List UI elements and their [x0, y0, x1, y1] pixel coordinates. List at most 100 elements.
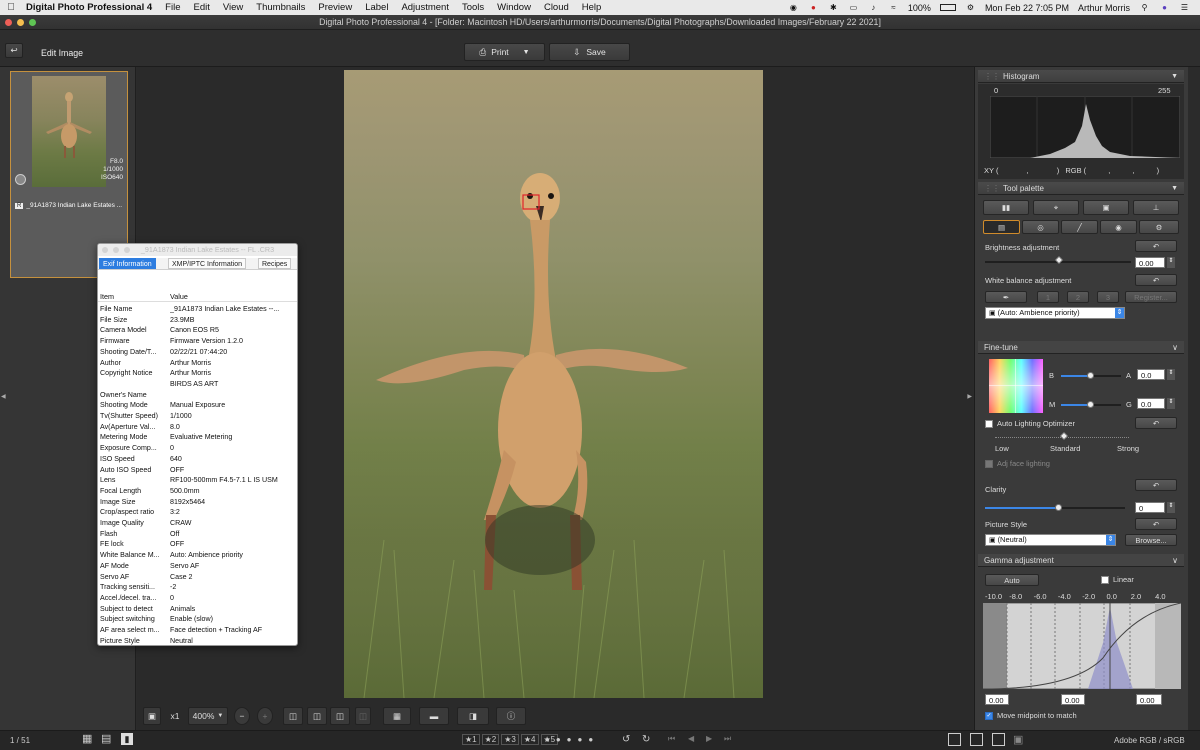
red-status-icon[interactable]: ● [808, 3, 819, 12]
menu-file[interactable]: File [159, 2, 187, 13]
info-row[interactable]: Metering Mode Evaluative Metering [98, 433, 297, 444]
display-mode-button[interactable]: ◨ [457, 707, 489, 725]
highlight-warning-button[interactable]: ▬ [419, 707, 449, 725]
info-row[interactable]: White Balance M... Auto: Ambience priorit… [98, 551, 297, 562]
menu-window[interactable]: Window [491, 2, 538, 13]
gamma-mid-value[interactable]: 0.00 [1061, 694, 1085, 705]
info-row[interactable]: ISO Speed 640 [98, 455, 297, 466]
wifi-icon[interactable]: ≈ [888, 3, 899, 12]
menu-adjustment[interactable]: Adjustment [395, 2, 456, 13]
rating-2[interactable]: ★2 [481, 734, 500, 745]
gamma-header[interactable]: Gamma adjustment ∨ [978, 554, 1184, 567]
info-row[interactable]: Crop/aspect ratio 3:2 [98, 508, 297, 519]
info-row[interactable]: Auto ISO Speed OFF [98, 466, 297, 477]
brightness-value[interactable]: 0.00 [1135, 257, 1165, 268]
info-row[interactable]: Flash Off [98, 530, 297, 541]
zoom-select[interactable]: 400% ▼ [188, 707, 228, 725]
grid-button[interactable]: ▦ [383, 707, 411, 725]
menu-preview[interactable]: Preview [312, 2, 359, 13]
clarity-stepper[interactable]: ⇕ [1167, 502, 1175, 513]
main-photo[interactable] [344, 70, 763, 698]
mg-value[interactable]: 0.0 [1137, 398, 1165, 409]
menubar-user[interactable]: Arthur Morris [1078, 3, 1130, 13]
fine-tune-collapse-icon[interactable]: ∨ [1172, 341, 1178, 354]
split-view-button[interactable]: ◫ [330, 707, 350, 725]
tab-xmp-iptc[interactable]: XMP/IPTC Information [168, 258, 247, 269]
menu-cloud[interactable]: Cloud [537, 2, 575, 13]
info-row[interactable]: Camera Model Canon EOS R5 [98, 326, 297, 337]
prev-image-icon[interactable]: ◀ [688, 734, 694, 743]
clarity-slider-knob[interactable] [1055, 504, 1062, 511]
ba-value[interactable]: 0.0 [1137, 369, 1165, 380]
last-image-icon[interactable]: ⏭ [724, 734, 731, 744]
gamma-graph[interactable] [983, 603, 1181, 689]
browse-button[interactable]: Browse... [1125, 534, 1177, 546]
first-image-icon[interactable]: ⏮ [668, 734, 675, 744]
alo-reset-button[interactable]: ↶ [1135, 417, 1177, 429]
next-image-icon[interactable]: ▶ [706, 734, 712, 743]
info-row[interactable]: Shooting Mode Manual Exposure [98, 401, 297, 412]
brightness-stepper[interactable]: ⇕ [1167, 257, 1175, 268]
info-row[interactable]: Exposure Comp... 0 [98, 444, 297, 455]
info-row[interactable]: Copyright Notice Arthur Morris [98, 369, 297, 380]
info-row[interactable]: Subject switching Enable (slow) [98, 615, 297, 626]
histogram-header[interactable]: ⋮⋮ Histogram ▼ [978, 70, 1184, 83]
settings-tab[interactable]: ⚙ [1139, 220, 1179, 234]
tab-exif[interactable]: Exif Information [99, 258, 156, 269]
close-window-button[interactable] [5, 19, 12, 26]
info-row[interactable]: AF area select m... Face detection + Trac… [98, 626, 297, 637]
menu-label[interactable]: Label [359, 2, 395, 13]
info-row[interactable]: Focal Length 500.0mm [98, 487, 297, 498]
menu-thumbnails[interactable]: Thumbnails [250, 2, 312, 13]
info-row[interactable]: Tracking sensiti... -2 [98, 583, 297, 594]
rating-4[interactable]: ★4 [520, 734, 539, 745]
info-row[interactable]: Av(Aperture Val... 8.0 [98, 423, 297, 434]
menu-edit[interactable]: Edit [187, 2, 216, 13]
scale-button[interactable]: x1 [165, 707, 185, 725]
single-view-icon[interactable]: ▮ [121, 733, 133, 745]
creative-cloud-icon[interactable]: ◉ [788, 3, 799, 12]
crop-tool-tab[interactable]: ⌖ [1033, 200, 1079, 215]
label-dots[interactable]: ●●●●● [545, 735, 599, 744]
airplay-icon[interactable]: ▭ [848, 3, 859, 12]
rating-1[interactable]: ★1 [462, 734, 480, 745]
color-wheel[interactable] [989, 359, 1043, 413]
info-row[interactable]: Picture Style Neutral [98, 637, 297, 645]
info-row[interactable]: Accel./decel. tra... 0 [98, 594, 297, 605]
info-row[interactable]: FE lock OFF [98, 540, 297, 551]
save-button[interactable]: ⇩ Save [549, 43, 630, 61]
menu-help[interactable]: Help [575, 2, 608, 13]
gamma-collapse-icon[interactable]: ∨ [1172, 554, 1178, 567]
picture-style-select[interactable]: ▣ (Neutral) ⇕ [985, 534, 1116, 546]
picture-style-reset-button[interactable]: ↶ [1135, 518, 1177, 530]
gamma-white-value[interactable]: 0.00 [1136, 694, 1162, 705]
fine-tune-header[interactable]: Fine-tune ∨ [978, 341, 1184, 354]
compare-view-button[interactable]: ◫ [307, 707, 327, 725]
left-collapse-arrow[interactable]: ◀ [1, 393, 6, 400]
apple-icon[interactable]:  [0, 2, 22, 13]
print-button[interactable]: ⎙ Print ▼ [464, 43, 545, 61]
info-row[interactable]: Tv(Shutter Speed) 1/1000 [98, 412, 297, 423]
sync-button[interactable]: ◫ [355, 707, 371, 725]
wb-select[interactable]: ▣ (Auto: Ambience priority) ⇕ [985, 307, 1125, 319]
tool-palette-header[interactable]: ⋮⋮ Tool palette ▼ [978, 182, 1184, 195]
wb-preset-1[interactable]: 1 [1037, 291, 1059, 303]
spotlight-icon[interactable]: ⚲ [1139, 3, 1150, 12]
zoom-out-button[interactable]: − [234, 707, 250, 725]
menubar-datetime[interactable]: Mon Feb 22 7:05 PM [985, 3, 1069, 13]
tab-recipes[interactable]: Recipes [258, 258, 292, 269]
mg-slider-knob[interactable] [1087, 401, 1094, 408]
rating-3[interactable]: ★3 [501, 734, 519, 745]
info-row[interactable]: Servo AF Case 2 [98, 573, 297, 584]
info-row[interactable]: Owner's Name [98, 391, 297, 402]
wb-reset-button[interactable]: ↶ [1135, 274, 1177, 286]
alo-slider-knob[interactable] [1059, 431, 1069, 441]
brightness-reset-button[interactable]: ↶ [1135, 240, 1177, 252]
ba-stepper[interactable]: ⇕ [1167, 369, 1175, 380]
mg-stepper[interactable]: ⇕ [1167, 398, 1175, 409]
wb-preset-3[interactable]: 3 [1097, 291, 1119, 303]
info-row[interactable]: Subject to detect Animals [98, 605, 297, 616]
info-zoom-button[interactable] [124, 247, 130, 253]
gamma-auto-button[interactable]: Auto [985, 574, 1039, 586]
eyedropper-button[interactable]: ✒ [985, 291, 1027, 303]
